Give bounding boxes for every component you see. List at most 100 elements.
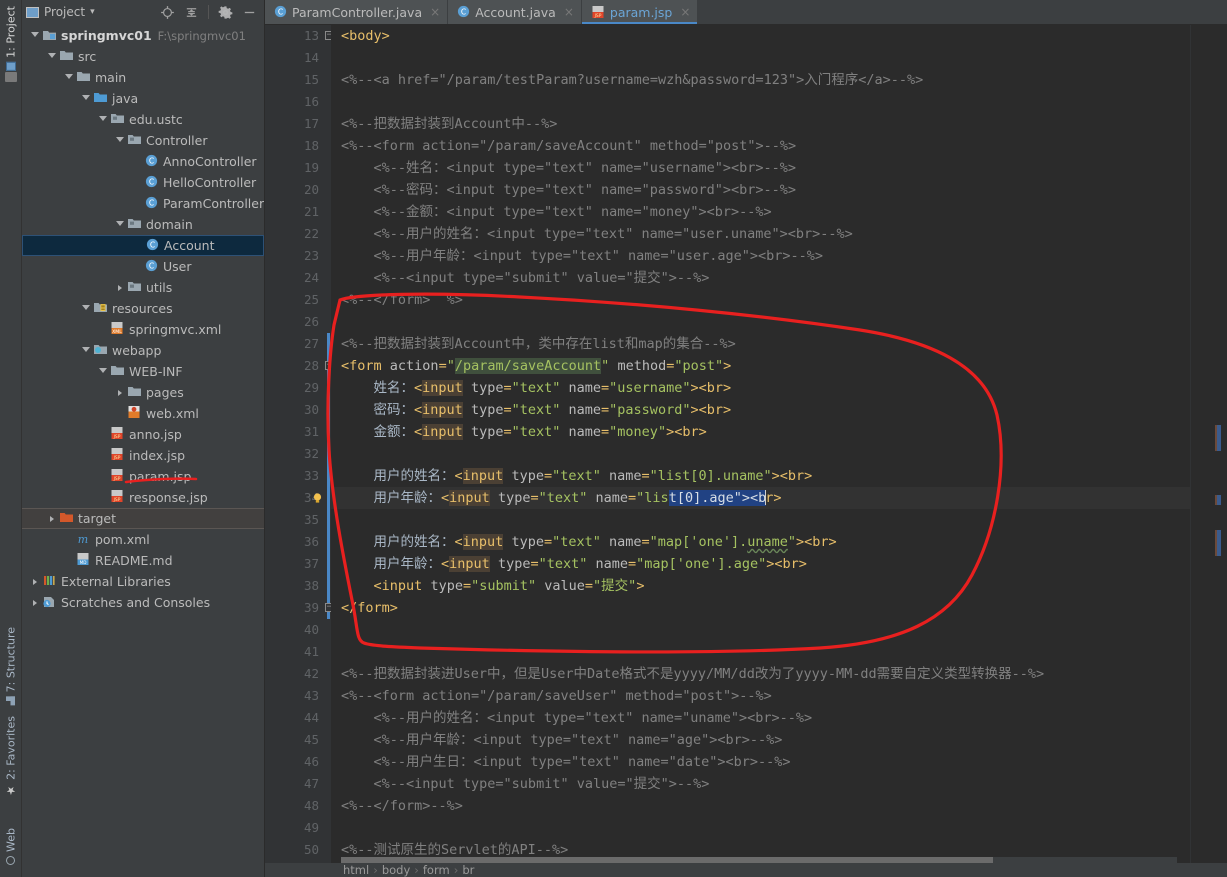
tree-node-response-jsp[interactable]: JSP response.jsp: [22, 487, 264, 508]
code-line[interactable]: <body>: [331, 25, 1190, 47]
code-line[interactable]: [331, 311, 1190, 333]
tree-node-index-jsp[interactable]: JSP index.jsp: [22, 445, 264, 466]
code-line[interactable]: 用户年龄：<input type="text" name="list[0].ag…: [331, 487, 1190, 509]
code-line[interactable]: [331, 641, 1190, 663]
vcs-change-marker[interactable]: [327, 443, 330, 465]
tree-node-pages[interactable]: pages: [22, 382, 264, 403]
code-line[interactable]: 金额：<input type="text" name="money"><br>: [331, 421, 1190, 443]
code-line[interactable]: <%--把数据封装到Account中，类中存在list和map的集合--%>: [331, 333, 1190, 355]
code-line[interactable]: <%--<input type="submit" value="提交">--%>: [331, 267, 1190, 289]
breadcrumb-item-form[interactable]: form: [423, 863, 450, 877]
code-line[interactable]: <%--用户年龄：<input type="text" name="user.a…: [331, 245, 1190, 267]
tool-button-project[interactable]: 1: Project: [0, 4, 22, 73]
breadcrumb-item-br[interactable]: br: [462, 863, 474, 877]
editor-tab-paramcontroller-java[interactable]: C ParamController.java ×: [265, 0, 448, 24]
chevron-down-icon[interactable]: ▾: [90, 7, 95, 17]
vcs-change-marker[interactable]: [327, 399, 330, 421]
chevron-right-icon[interactable]: [28, 578, 41, 585]
tree-node-springmvc01[interactable]: springmvc01 F:\springmvc01: [22, 25, 264, 46]
close-icon[interactable]: ×: [564, 5, 574, 19]
tree-node-param-jsp[interactable]: JSP param.jsp: [22, 466, 264, 487]
code-line[interactable]: <%--姓名：<input type="text" name="username…: [331, 157, 1190, 179]
tree-node-pom-xml[interactable]: m pom.xml: [22, 529, 264, 550]
code-line[interactable]: [331, 443, 1190, 465]
marker-gutter[interactable]: [1190, 25, 1227, 877]
code-line[interactable]: <%--<a href="/param/testParam?username=w…: [331, 69, 1190, 91]
tree-node-web-xml[interactable]: web.xml: [22, 403, 264, 424]
code-line[interactable]: <%--</form>--%>: [331, 795, 1190, 817]
code-line[interactable]: <%--用户生日：<input type="text" name="date">…: [331, 751, 1190, 773]
close-icon[interactable]: ×: [680, 5, 690, 19]
intention-bulb-icon[interactable]: [311, 492, 324, 505]
close-icon[interactable]: ×: [430, 5, 440, 19]
code-line[interactable]: <form action="/param/saveAccount" method…: [331, 355, 1190, 377]
tree-node-anno-jsp[interactable]: JSP anno.jsp: [22, 424, 264, 445]
chevron-right-icon[interactable]: [113, 284, 126, 291]
tree-node-springmvc-xml[interactable]: XML springmvc.xml: [22, 319, 264, 340]
code-line[interactable]: [331, 47, 1190, 69]
code-line[interactable]: [331, 817, 1190, 839]
vcs-change-marker[interactable]: [327, 575, 330, 597]
locate-icon[interactable]: [160, 5, 175, 20]
tree-node-scratches-and-consoles[interactable]: Scratches and Consoles: [22, 592, 264, 613]
code-line[interactable]: 姓名：<input type="text" name="username"><b…: [331, 377, 1190, 399]
tree-node-controller[interactable]: Controller: [22, 130, 264, 151]
chevron-down-icon[interactable]: [79, 94, 92, 103]
collapse-all-icon[interactable]: [184, 5, 199, 20]
chevron-right-icon[interactable]: [113, 389, 126, 396]
breadcrumb-item-html[interactable]: html: [343, 863, 369, 877]
line-number-gutter[interactable]: 13 14 15 16 17 18 19 20 21 22 23 24 25 26 27 28 29 30 31 32…: [265, 25, 331, 877]
tree-node-user[interactable]: C User: [22, 256, 264, 277]
chevron-right-icon[interactable]: [45, 515, 58, 522]
vcs-change-marker[interactable]: [327, 333, 330, 355]
code-line[interactable]: <%--<form action="/param/saveUser" metho…: [331, 685, 1190, 707]
tree-node-resources[interactable]: resources: [22, 298, 264, 319]
code-line[interactable]: <%--<form action="/param/saveAccount" me…: [331, 135, 1190, 157]
tree-node-target[interactable]: target: [22, 508, 264, 529]
chevron-down-icon[interactable]: [62, 73, 75, 82]
gear-icon[interactable]: [218, 5, 233, 20]
tool-button-favorites[interactable]: ★ 2: Favorites: [0, 714, 22, 799]
code-line[interactable]: 用户的姓名：<input type="text" name="list[0].u…: [331, 465, 1190, 487]
code-line[interactable]: 用户的姓名：<input type="text" name="map['one'…: [331, 531, 1190, 553]
code-line[interactable]: <%--密码：<input type="text" name="password…: [331, 179, 1190, 201]
code-line[interactable]: <%--把数据封装进User中，但是User中Date格式不是yyyy/MM/d…: [331, 663, 1190, 685]
tree-node-utils[interactable]: utils: [22, 277, 264, 298]
editor-tab-param-jsp[interactable]: JSP param.jsp ×: [581, 0, 698, 24]
code-editor[interactable]: 13 14 15 16 17 18 19 20 21 22 23 24 25 26 27 28 29 30 31 32…: [265, 25, 1227, 877]
tree-node-readme-md[interactable]: MD README.md: [22, 550, 264, 571]
breadcrumb-item-body[interactable]: body: [382, 863, 410, 877]
chevron-down-icon[interactable]: [96, 367, 109, 376]
code-line[interactable]: 用户年龄：<input type="text" name="map['one']…: [331, 553, 1190, 575]
vcs-change-marker[interactable]: [327, 377, 330, 399]
tree-node-java[interactable]: java: [22, 88, 264, 109]
vcs-change-marker[interactable]: [327, 487, 330, 509]
tree-node-main[interactable]: main: [22, 67, 264, 88]
breadcrumb[interactable]: html › body › form › br: [265, 863, 1227, 877]
code-line[interactable]: <input type="submit" value="提交">: [331, 575, 1190, 597]
chevron-down-icon[interactable]: [45, 52, 58, 61]
marker-stripe[interactable]: [1215, 425, 1221, 451]
vcs-change-marker[interactable]: [327, 421, 330, 443]
code-line[interactable]: <%--用户的姓名：<input type="text" name="user.…: [331, 223, 1190, 245]
minimize-icon[interactable]: [242, 5, 257, 20]
tree-node-paramcontroller[interactable]: C ParamController: [22, 193, 264, 214]
vcs-change-marker[interactable]: [327, 531, 330, 553]
project-title[interactable]: Project ▾: [26, 5, 95, 19]
chevron-right-icon[interactable]: [28, 599, 41, 606]
editor-tab-account-java[interactable]: C Account.java ×: [448, 0, 581, 24]
code-line[interactable]: 密码：<input type="text" name="password"><b…: [331, 399, 1190, 421]
chevron-down-icon[interactable]: [96, 115, 109, 124]
tree-node-domain[interactable]: domain: [22, 214, 264, 235]
tool-button-structure[interactable]: 7: Structure: [0, 625, 22, 707]
code-line[interactable]: <%--</form> %>: [331, 289, 1190, 311]
code-line[interactable]: [331, 509, 1190, 531]
project-tree[interactable]: springmvc01 F:\springmvc01 src main java edu.…: [22, 25, 264, 877]
code-line[interactable]: <%--金额：<input type="text" name="money"><…: [331, 201, 1190, 223]
tree-node-edu-ustc[interactable]: edu.ustc: [22, 109, 264, 130]
chevron-down-icon[interactable]: [113, 136, 126, 145]
tree-node-webapp[interactable]: webapp: [22, 340, 264, 361]
code-line[interactable]: <%--<input type="submit" value="提交">--%>: [331, 773, 1190, 795]
code-line[interactable]: [331, 91, 1190, 113]
tree-node-web-inf[interactable]: WEB-INF: [22, 361, 264, 382]
